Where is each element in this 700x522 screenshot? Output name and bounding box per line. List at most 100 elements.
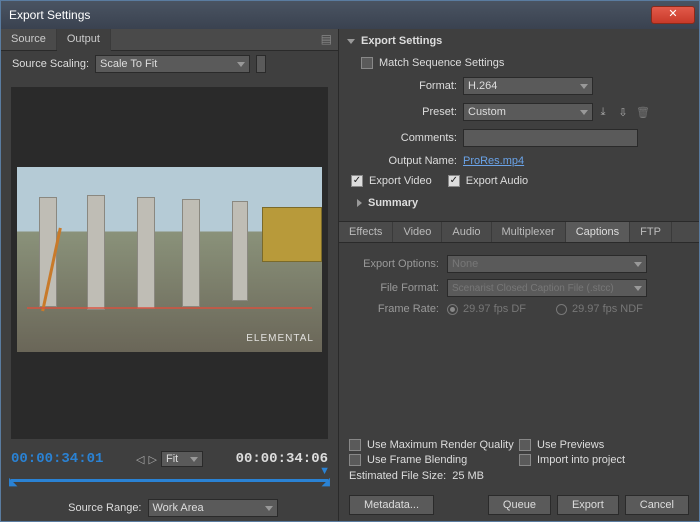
source-scaling-dropdown[interactable]: Scale To Fit	[95, 55, 250, 73]
action-buttons: Metadata... Queue Export Cancel	[339, 489, 699, 521]
max-render-quality-checkbox[interactable]	[349, 439, 361, 451]
window-body: Source Output ▤ Source Scaling: Scale To…	[1, 29, 699, 521]
timecode-in[interactable]: 00:00:34:01	[11, 451, 103, 467]
zoom-fit-dropdown[interactable]: Fit	[161, 451, 203, 467]
scaling-extra-input[interactable]	[256, 55, 266, 73]
file-format-dropdown: Scenarist Closed Caption File (.stcc)	[447, 279, 647, 297]
estimated-size-value: 25 MB	[452, 470, 484, 482]
output-name-label: Output Name:	[347, 155, 457, 167]
file-format-label: File Format:	[349, 282, 439, 294]
chevron-down-icon	[265, 506, 273, 511]
summary-header[interactable]: Summary	[339, 191, 699, 215]
tab-ftp[interactable]: FTP	[630, 222, 672, 242]
tab-video[interactable]: Video	[393, 222, 442, 242]
chevron-down-icon	[634, 286, 642, 291]
source-range-dropdown[interactable]: Work Area	[148, 499, 278, 517]
chevron-down-icon	[634, 262, 642, 267]
frame-rate-label: Frame Rate:	[349, 303, 439, 315]
output-name-link[interactable]: ProRes.mp4	[463, 155, 524, 167]
delete-preset-icon[interactable]: 🗑	[635, 104, 651, 120]
export-toggles-row: Export Video Export Audio	[339, 171, 699, 191]
file-format-value: Scenarist Closed Caption File (.stcc)	[452, 283, 614, 294]
match-sequence-label: Match Sequence Settings	[379, 57, 504, 69]
format-dropdown[interactable]: H.264	[463, 77, 593, 95]
save-preset-icon[interactable]: ⤓	[595, 104, 611, 120]
preview-area: ELEMENTAL	[11, 87, 328, 439]
use-previews-label: Use Previews	[537, 439, 604, 451]
export-options-value: None	[452, 258, 478, 270]
source-range-value: Work Area	[153, 502, 204, 514]
estimated-size-label: Estimated File Size:	[349, 470, 446, 482]
tab-source[interactable]: Source	[1, 29, 57, 50]
step-back-icon[interactable]: ◁	[136, 453, 144, 466]
max-render-quality-label: Use Maximum Render Quality	[367, 439, 514, 451]
preview-image: ELEMENTAL	[17, 167, 322, 352]
watermark: ELEMENTAL	[246, 333, 314, 344]
captions-pane: Export Options: None File Format: Scenar…	[339, 243, 699, 327]
preset-dropdown[interactable]: Custom	[463, 103, 593, 121]
tab-output[interactable]: Output	[57, 29, 111, 51]
bottom-options: Use Maximum Render Quality Use Previews …	[339, 432, 699, 489]
export-audio-checkbox[interactable]	[448, 175, 460, 187]
export-video-label: Export Video	[369, 175, 432, 187]
export-video-checkbox[interactable]	[351, 175, 363, 187]
close-button[interactable]: ✕	[651, 6, 695, 24]
timecode-row: 00:00:34:01 ◁ ▷ Fit 00:00:34:06	[1, 449, 338, 469]
file-format-row: File Format: Scenarist Closed Caption Fi…	[349, 279, 689, 297]
in-marker-icon[interactable]: ◣	[9, 475, 17, 488]
tab-audio[interactable]: Audio	[442, 222, 491, 242]
source-scaling-label: Source Scaling:	[9, 58, 89, 70]
preview-tabs: Source Output ▤	[1, 29, 338, 51]
frame-blending-label: Use Frame Blending	[367, 454, 467, 466]
queue-button[interactable]: Queue	[488, 495, 551, 515]
disclosure-closed-icon	[357, 199, 362, 207]
export-options-label: Export Options:	[349, 258, 439, 270]
export-button[interactable]: Export	[557, 495, 619, 515]
comments-label: Comments:	[347, 132, 457, 144]
comments-input[interactable]	[463, 129, 638, 147]
export-options-dropdown[interactable]: None	[447, 255, 647, 273]
preview-content: ELEMENTAL	[17, 167, 322, 352]
chevron-down-icon	[237, 62, 245, 67]
comments-row: Comments:	[339, 125, 699, 151]
right-panel: Export Settings Match Sequence Settings …	[339, 29, 699, 521]
panel-menu-icon[interactable]: ▤	[321, 32, 332, 46]
framerate-df-radio	[447, 304, 458, 315]
disclosure-open-icon	[347, 39, 355, 44]
source-scaling-value: Scale To Fit	[100, 58, 157, 70]
export-settings-title: Export Settings	[361, 35, 442, 47]
export-settings-window: Export Settings ✕ Source Output ▤ Source…	[0, 0, 700, 522]
format-label: Format:	[347, 80, 457, 92]
use-previews-checkbox[interactable]	[519, 439, 531, 451]
import-preset-icon[interactable]: ⇩	[615, 104, 631, 120]
frame-rate-row: Frame Rate: 29.97 fps DF 29.97 fps NDF	[349, 303, 689, 315]
playhead-icon[interactable]: ▼	[319, 465, 330, 477]
cancel-button[interactable]: Cancel	[625, 495, 689, 515]
export-audio-label: Export Audio	[466, 175, 528, 187]
import-project-checkbox[interactable]	[519, 454, 531, 466]
metadata-button[interactable]: Metadata...	[349, 495, 434, 515]
step-fwd-icon[interactable]: ▷	[149, 453, 157, 466]
tab-multiplexer[interactable]: Multiplexer	[492, 222, 566, 242]
summary-title: Summary	[368, 197, 418, 209]
chevron-down-icon	[580, 110, 588, 115]
settings-tabs: Effects Video Audio Multiplexer Captions…	[339, 221, 699, 243]
tab-effects[interactable]: Effects	[339, 222, 393, 242]
timeline-bar	[11, 479, 328, 482]
match-sequence-row: Match Sequence Settings	[339, 53, 699, 73]
framerate-ndf-radio	[556, 304, 567, 315]
format-value: H.264	[468, 80, 497, 92]
timecode-out[interactable]: 00:00:34:06	[236, 451, 328, 467]
match-sequence-checkbox[interactable]	[361, 57, 373, 69]
tab-captions[interactable]: Captions	[566, 222, 630, 242]
source-scaling-row: Source Scaling: Scale To Fit	[1, 51, 338, 77]
chevron-down-icon	[190, 457, 198, 462]
timeline[interactable]: ◣ ◢ ▼	[11, 473, 328, 491]
titlebar[interactable]: Export Settings ✕	[1, 1, 699, 29]
source-range-label: Source Range:	[62, 502, 142, 514]
framerate-df-label: 29.97 fps DF	[463, 303, 526, 315]
frame-blending-checkbox[interactable]	[349, 454, 361, 466]
export-settings-header[interactable]: Export Settings	[339, 29, 699, 53]
preset-label: Preset:	[347, 106, 457, 118]
output-name-row: Output Name: ProRes.mp4	[339, 151, 699, 171]
